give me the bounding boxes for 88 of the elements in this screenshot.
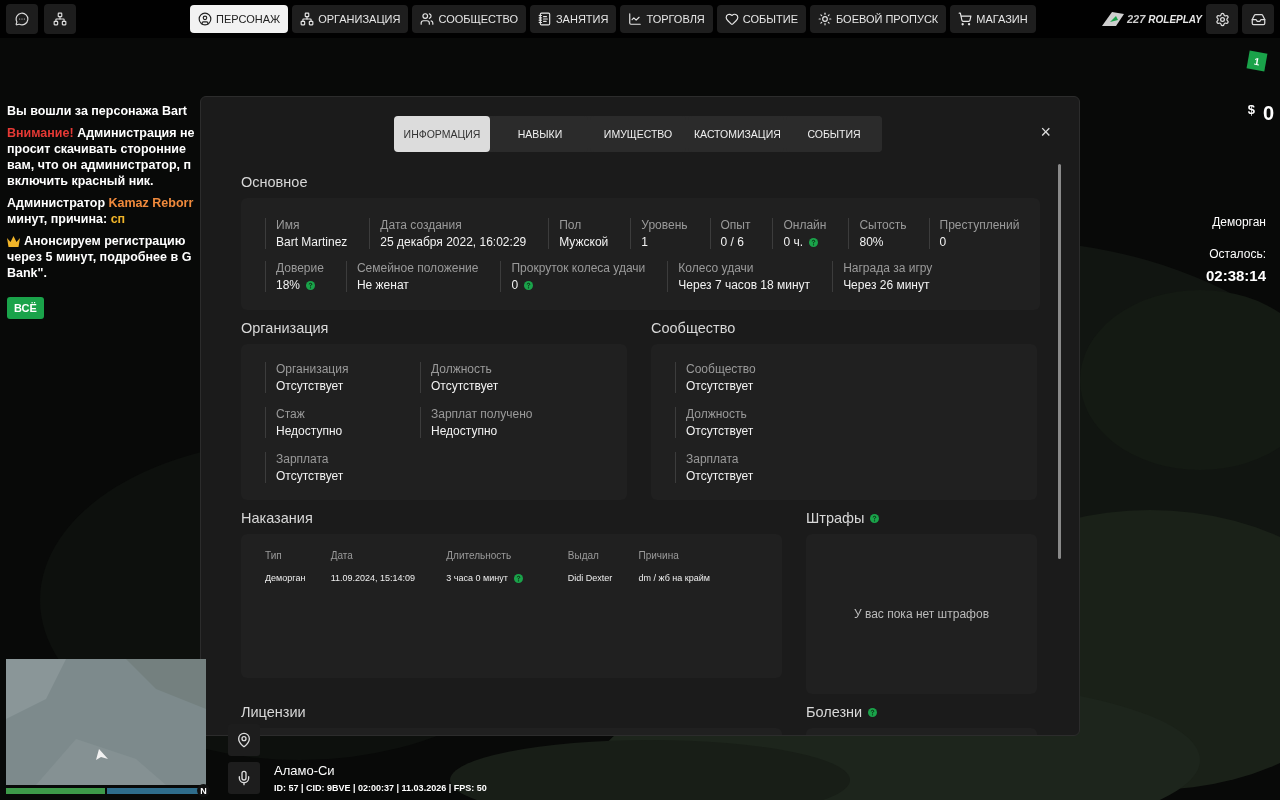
nav-tab[interactable]: ПЕРСОНАЖ (190, 5, 289, 33)
field-value: 0 (939, 235, 947, 249)
column-header: Дата (330, 550, 353, 561)
section-title: Сообщество (651, 320, 737, 336)
field-value: Отсутствует (431, 379, 499, 393)
field-label: Онлайн (783, 218, 827, 232)
nav-tab[interactable]: ЗАНЯТИЯ (529, 5, 617, 33)
field-label: Семейное положение (356, 261, 479, 275)
section-title: Основное (241, 174, 309, 190)
field-label: Должность (431, 362, 493, 376)
field-label: Колесо удачи (678, 261, 755, 275)
field-value: 1 (641, 235, 648, 249)
table-cell: 3 часа 0 минут (446, 573, 508, 583)
field-label: Уровень (641, 218, 688, 232)
chat-line: через 5 минут, подробнее в G (7, 249, 192, 265)
field-value: Bart Martinez (276, 235, 348, 249)
field-label: Организация (276, 362, 350, 376)
field-label: Имя (276, 218, 301, 232)
chat-line: Внимание! Администрация не (7, 125, 195, 141)
field-value: Не женат (356, 278, 409, 292)
field-value: Через 26 минут (843, 278, 930, 292)
field-value: Отсутствует (686, 424, 754, 438)
nav-tab[interactable]: ОРГАНИЗАЦИЯ (292, 5, 409, 33)
nav-tab[interactable]: СОБЫТИЕ (716, 5, 806, 33)
field-label: Стаж (276, 407, 306, 421)
field-value: Мужской (559, 235, 609, 249)
field-label: Зарплата (276, 452, 330, 466)
field-label: Сытость (859, 218, 907, 232)
field-label: Преступлений (939, 218, 1020, 232)
currency-sign: $ (1247, 102, 1255, 117)
field-label: Дата создания (380, 218, 463, 232)
table-cell: dm / жб на крайм (638, 573, 710, 583)
field-label: Зарплат получено (431, 407, 534, 421)
field-value: Отсутствует (276, 379, 344, 393)
dialog-tab[interactable]: ИНФОРМАЦИЯ (394, 116, 490, 152)
chat-line: Bank". (7, 265, 47, 281)
empty-message: У вас пока нет штрафов (854, 607, 989, 621)
nav-tab[interactable]: СООБЩЕСТВО (412, 5, 526, 33)
remaining-label: Осталось: (1209, 247, 1266, 261)
chat-line: Анонсируем регистрацию (24, 233, 186, 249)
section-title: Лицензии (241, 704, 307, 720)
field-value: 0 ч. (783, 235, 804, 249)
field-label: Должность (686, 407, 748, 421)
nav-tab[interactable]: ТОРГОВЛЯ (620, 5, 713, 33)
nav-tab[interactable]: БОЕВОЙ ПРОПУСК (810, 5, 947, 33)
close-button[interactable]: × (1040, 123, 1051, 141)
column-header: Выдал (567, 550, 599, 561)
money-amount: 0 (1262, 102, 1274, 125)
column-header: Длительность (446, 550, 512, 561)
column-header: Причина (638, 550, 679, 561)
server-logo: 227 ROLEPLAY (1101, 10, 1202, 28)
field-value: Отсутствует (686, 469, 754, 483)
field-value: 0 / 6 (720, 235, 744, 249)
section-title: Наказания (241, 510, 314, 526)
field-label: Пол (559, 218, 583, 232)
remaining-time: 02:38:14 (1205, 267, 1266, 284)
section-title: Болезни (806, 704, 863, 720)
field-value: 0 (511, 278, 519, 292)
field-label: Зарплата (686, 452, 740, 466)
chat-line: вам, что он администратор, п (7, 157, 192, 173)
table-cell: Didi Dexter (567, 573, 613, 583)
field-label: Доверие (276, 261, 324, 275)
chat-line: минут, причина: сп (7, 211, 126, 227)
chat-line: включить красный ник. (7, 173, 154, 189)
field-value: 18% (276, 278, 301, 292)
location-name: Аламо-Си (274, 763, 336, 778)
table-cell: 11.09.2024, 15:14:09 (330, 573, 416, 583)
field-label: Прокруток колеса удачи (511, 261, 646, 275)
field-value: Через 7 часов 18 минут (678, 278, 811, 292)
field-label: Награда за игру (843, 261, 933, 275)
field-value: Отсутствует (276, 469, 344, 483)
section-title: Штрафы (806, 510, 865, 526)
field-value: Недоступно (431, 424, 498, 438)
field-value: Недоступно (276, 424, 343, 438)
table-cell: Деморган (265, 573, 306, 583)
session-info: ID: 57 | CID: 9BVE | 02:00:37 | 11.03.2026 | FPS: 50 (274, 783, 487, 793)
section-title: Организация (241, 320, 330, 336)
chat-line: Администратор Kamaz Reborr (7, 195, 194, 211)
field-label: Сообщество (686, 362, 757, 376)
chat-line: просит скачивать сторонние (7, 141, 186, 157)
nav-tab[interactable]: МАГАЗИН (950, 5, 1036, 33)
column-header: Тип (265, 550, 282, 561)
field-value: 80% (859, 235, 884, 249)
field-value: Отсутствует (686, 379, 754, 393)
jail-title: Деморган (1212, 215, 1266, 229)
field-label: Опыт (720, 218, 751, 232)
chat-line: Вы вошли за персонажа Bart (7, 103, 187, 119)
field-value: 25 декабря 2022, 16:02:29 (380, 235, 527, 249)
